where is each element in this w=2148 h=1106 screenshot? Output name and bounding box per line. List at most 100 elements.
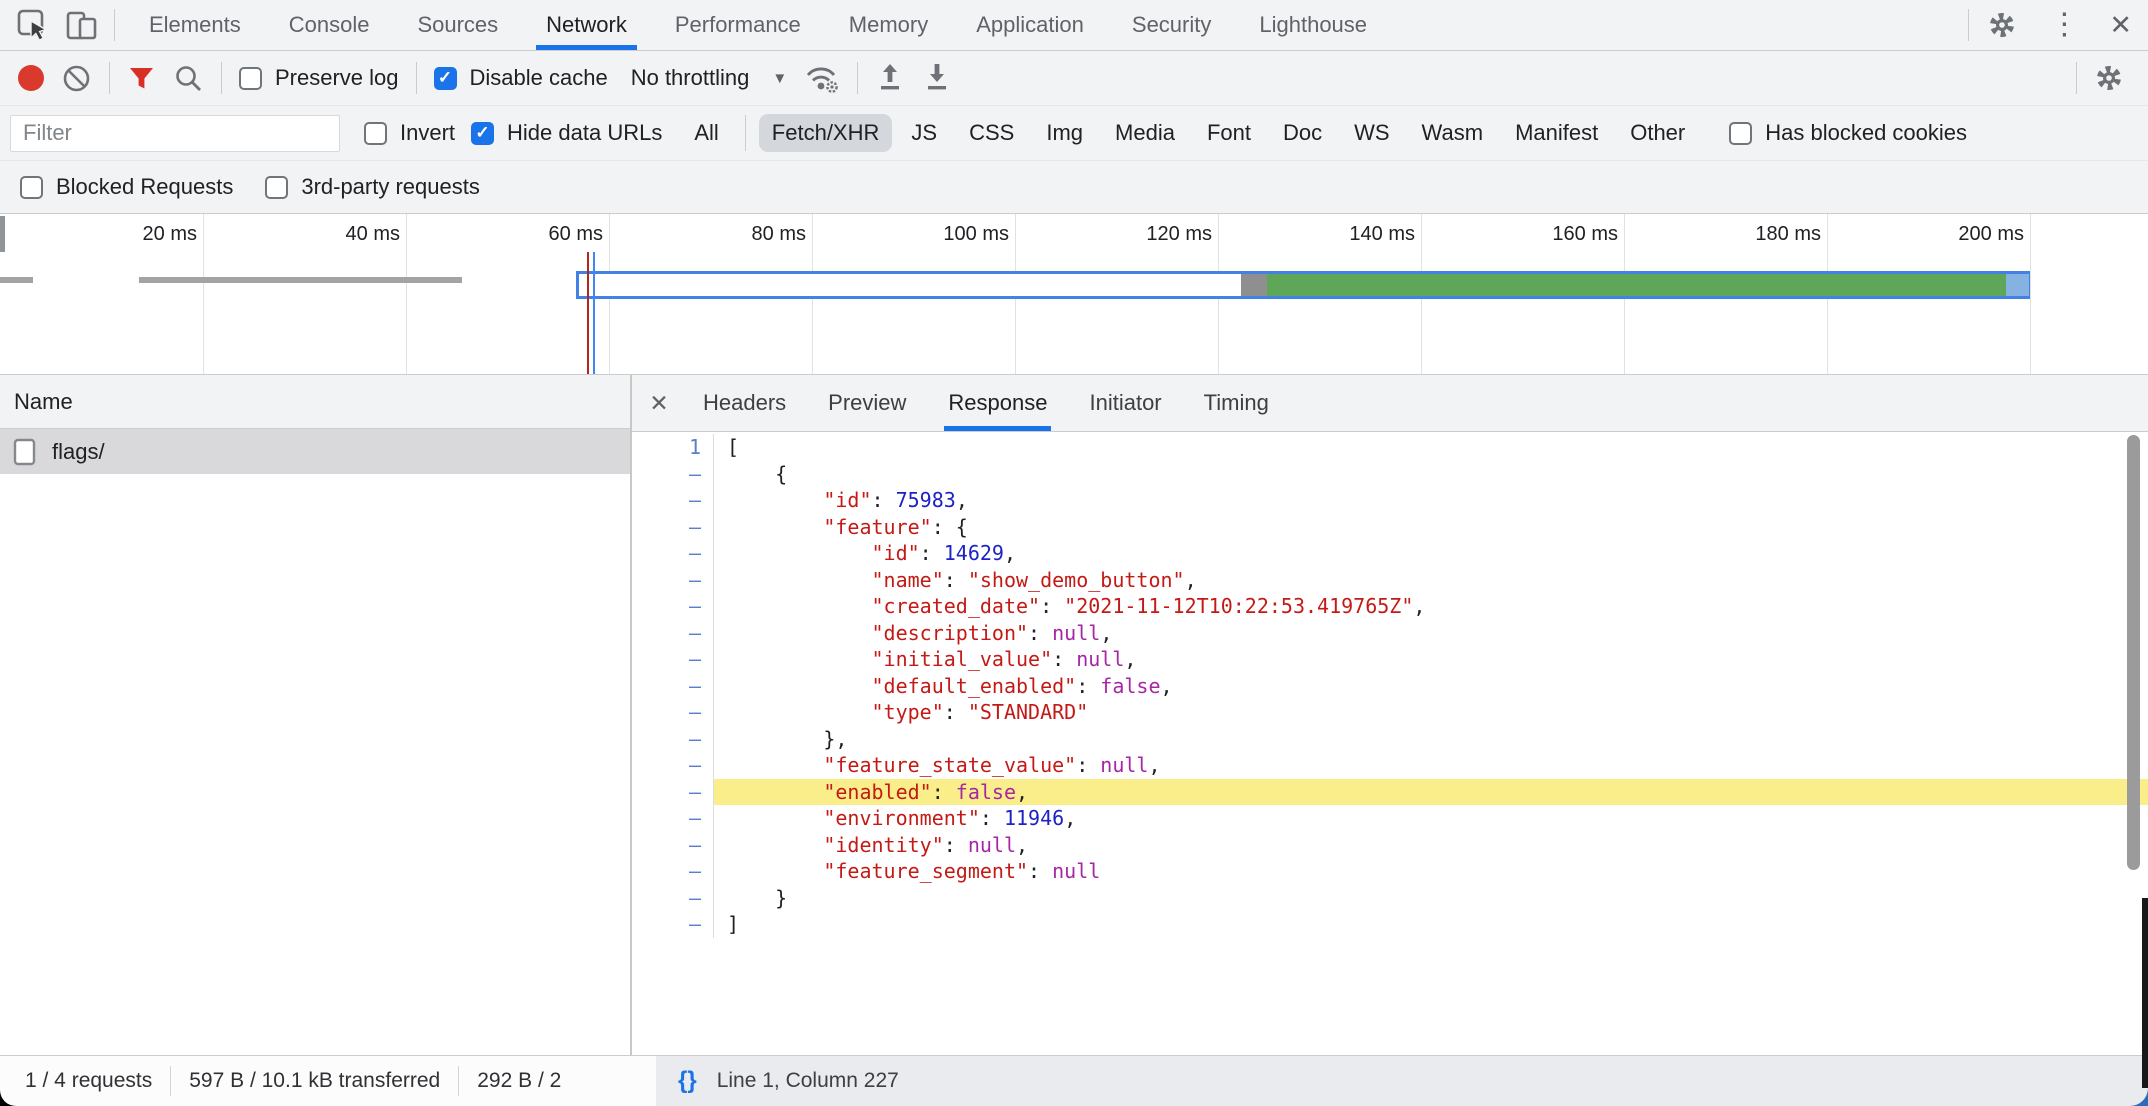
filter-type-css[interactable]: CSS [956,114,1027,152]
settings-gear-icon[interactable] [1969,10,2035,40]
response-source-viewer[interactable]: 1[– {– "id": 75983,– "feature": {– "id":… [632,432,2148,1055]
tab-memory[interactable]: Memory [825,0,952,50]
close-devtools-icon[interactable]: ✕ [2093,10,2148,41]
line-number: – [632,726,714,753]
close-detail-icon[interactable]: ✕ [636,390,682,417]
resource-type-filters: All Fetch/XHRJSCSSImgMediaFontDocWSWasmMa… [678,114,1701,152]
window-corner-bottom-right [2130,1088,2148,1106]
invert-checkbox[interactable]: Invert [364,120,455,146]
third-party-requests-checkbox-box[interactable] [265,176,288,199]
tab-application[interactable]: Application [952,0,1108,50]
line-number: – [632,487,714,514]
filter-type-manifest[interactable]: Manifest [1502,114,1611,152]
disable-cache-checkbox-box[interactable] [434,67,457,90]
filter-type-img[interactable]: Img [1033,114,1096,152]
toolbar-divider [857,62,858,94]
overview-bar-segment [2006,274,2029,296]
source-text: "environment": 11946, [714,805,2148,832]
code-line: – "initial_value": null, [632,646,2148,673]
requests-name-header[interactable]: Name [0,375,630,429]
timeline-grid-line [203,214,204,374]
record-network-log-button[interactable] [18,65,44,91]
source-text: "created_date": "2021-11-12T10:22:53.419… [714,593,2148,620]
network-conditions-icon[interactable] [804,61,840,95]
blocked-requests-checkbox[interactable]: Blocked Requests [20,174,233,200]
throttling-select[interactable]: No throttling ▼ [631,65,787,91]
device-toolbar-icon[interactable] [64,7,100,43]
overview-request-bar-small [139,277,462,283]
filter-type-divider [745,115,746,151]
disable-cache-checkbox[interactable]: Disable cache [434,65,608,91]
clear-network-log-icon[interactable] [61,63,92,94]
code-line: – "id": 14629, [632,540,2148,567]
network-settings-gear-icon[interactable] [2094,63,2124,93]
line-number: – [632,805,714,832]
filter-type-fetch-xhr[interactable]: Fetch/XHR [759,114,893,152]
code-line: – "name": "show_demo_button", [632,567,2148,594]
code-line: – } [632,885,2148,912]
line-number: – [632,911,714,938]
line-number: – [632,858,714,885]
preserve-log-checkbox[interactable]: Preserve log [239,65,399,91]
filter-type-js[interactable]: JS [898,114,950,152]
source-text: "id": 14629, [714,540,2148,567]
timeline-tick-label: 180 ms [1677,223,1821,246]
filter-input[interactable] [10,115,340,152]
detail-tab-response[interactable]: Response [927,375,1068,431]
tab-network[interactable]: Network [522,0,651,50]
filter-type-doc[interactable]: Doc [1270,114,1335,152]
filter-funnel-icon[interactable] [127,64,156,93]
import-har-icon[interactable] [875,62,905,94]
preserve-log-checkbox-box[interactable] [239,67,262,90]
inspect-element-icon[interactable] [16,8,50,42]
detail-tab-headers[interactable]: Headers [682,375,807,431]
status-bar: 1 / 4 requests 597 B / 10.1 kB transferr… [0,1055,2148,1106]
pretty-print-icon[interactable]: {} [678,1067,697,1095]
tab-console[interactable]: Console [265,0,394,50]
tab-sources[interactable]: Sources [393,0,522,50]
detail-tab-initiator[interactable]: Initiator [1068,375,1182,431]
code-line: – "description": null, [632,620,2148,647]
line-number: – [632,620,714,647]
tab-elements[interactable]: Elements [125,0,265,50]
throttling-value: No throttling [631,65,750,91]
invert-checkbox-box[interactable] [364,122,387,145]
hide-data-urls-checkbox[interactable]: Hide data URLs [471,120,662,146]
timeline-grid-line [406,214,407,374]
source-text: "id": 75983, [714,487,2148,514]
source-text: "enabled": false, [714,779,2148,806]
timeline-tick-label: 140 ms [1271,223,1415,246]
third-party-requests-checkbox[interactable]: 3rd-party requests [265,174,480,200]
filter-type-media[interactable]: Media [1102,114,1188,152]
filter-type-other[interactable]: Other [1617,114,1698,152]
timeline-grid-line [2030,214,2031,374]
detail-tab-preview[interactable]: Preview [807,375,927,431]
source-text: }, [714,726,2148,753]
filter-type-wasm[interactable]: Wasm [1409,114,1497,152]
code-line: – "enabled": false, [632,779,2148,806]
detail-tab-timing[interactable]: Timing [1183,375,1290,431]
source-text: "description": null, [714,620,2148,647]
source-text: "initial_value": null, [714,646,2148,673]
filter-type-font[interactable]: Font [1194,114,1264,152]
has-blocked-cookies-checkbox[interactable]: Has blocked cookies [1729,120,1967,146]
request-row-flags[interactable]: flags/ [0,429,630,474]
summary-divider [458,1066,459,1096]
export-har-icon[interactable] [922,62,952,94]
more-options-kebab-icon[interactable]: ⋮ [2035,10,2093,40]
search-icon[interactable] [173,63,204,94]
network-overview-band[interactable]: 20 ms40 ms60 ms80 ms100 ms120 ms140 ms16… [0,214,2148,375]
vertical-scrollbar[interactable] [2127,435,2140,870]
code-line: – "feature": { [632,514,2148,541]
tab-performance[interactable]: Performance [651,0,825,50]
line-number: – [632,779,714,806]
filter-type-ws[interactable]: WS [1341,114,1402,152]
has-blocked-cookies-checkbox-box[interactable] [1729,122,1752,145]
hide-data-urls-checkbox-box[interactable] [471,122,494,145]
code-line: –] [632,911,2148,938]
chevron-down-icon: ▼ [772,70,787,87]
filter-type-all[interactable]: All [681,114,731,152]
tab-lighthouse[interactable]: Lighthouse [1235,0,1391,50]
tab-security[interactable]: Security [1108,0,1235,50]
blocked-requests-checkbox-box[interactable] [20,176,43,199]
